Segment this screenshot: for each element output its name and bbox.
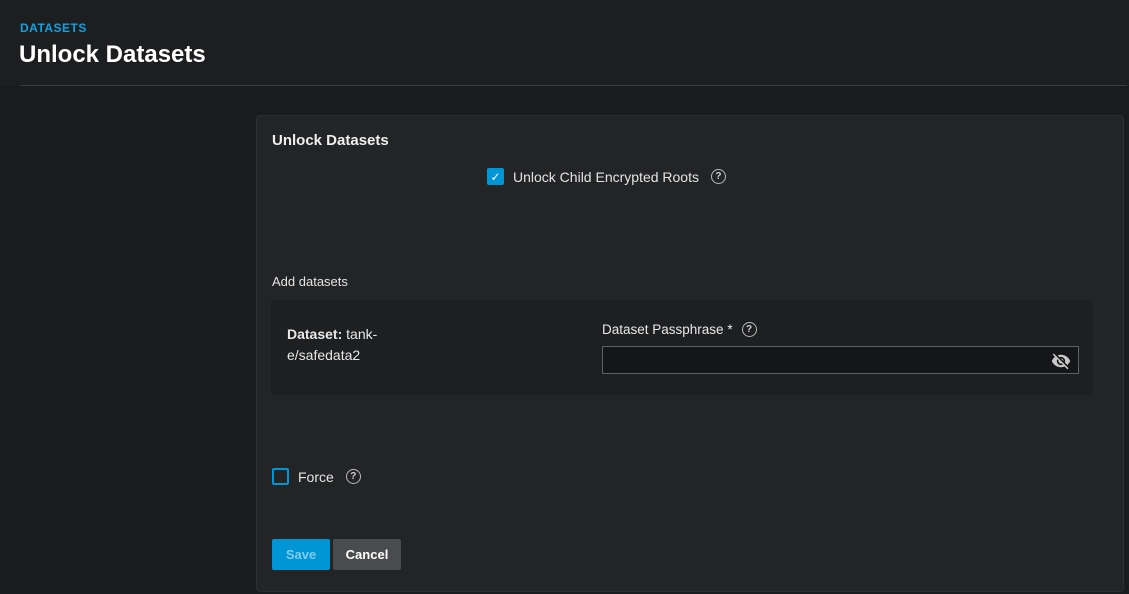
passphrase-label-row: Dataset Passphrase * ? [602,322,1079,337]
breadcrumb-datasets[interactable]: DATASETS [20,21,87,35]
add-datasets-label: Add datasets [272,274,348,289]
passphrase-input-wrap [602,346,1079,374]
unlock-child-checkbox[interactable]: ✓ [487,168,504,185]
passphrase-label: Dataset Passphrase * [602,322,733,337]
passphrase-input[interactable] [603,347,1078,373]
save-button[interactable]: Save [272,539,330,570]
unlock-child-row: ✓ Unlock Child Encrypted Roots ? [487,168,726,185]
force-row: ✓ Force ? [272,468,361,485]
passphrase-field-group: Dataset Passphrase * ? [602,322,1079,374]
unlock-child-label: Unlock Child Encrypted Roots [513,169,699,185]
force-label: Force [298,469,334,485]
force-help-icon[interactable]: ? [346,469,361,484]
dataset-panel: Dataset: tank-e/safedata2 Dataset Passph… [271,300,1093,395]
unlock-child-help-icon[interactable]: ? [711,169,726,184]
passphrase-help-icon[interactable]: ? [742,322,757,337]
page-title: Unlock Datasets [19,41,206,69]
checkmark-icon: ✓ [490,171,500,183]
eye-off-icon[interactable] [1051,351,1071,371]
unlock-datasets-screen: DATASETS Unlock Datasets Unlock Datasets… [0,0,1129,594]
force-checkbox[interactable]: ✓ [272,468,289,485]
cancel-button[interactable]: Cancel [333,539,401,570]
dataset-label: Dataset: [287,326,342,342]
page-header: DATASETS Unlock Datasets [0,0,1129,86]
card-title: Unlock Datasets [272,132,389,149]
header-divider [20,85,1127,86]
unlock-datasets-card: Unlock Datasets ✓ Unlock Child Encrypted… [256,115,1124,592]
dataset-name-text: Dataset: tank-e/safedata2 [287,324,405,366]
